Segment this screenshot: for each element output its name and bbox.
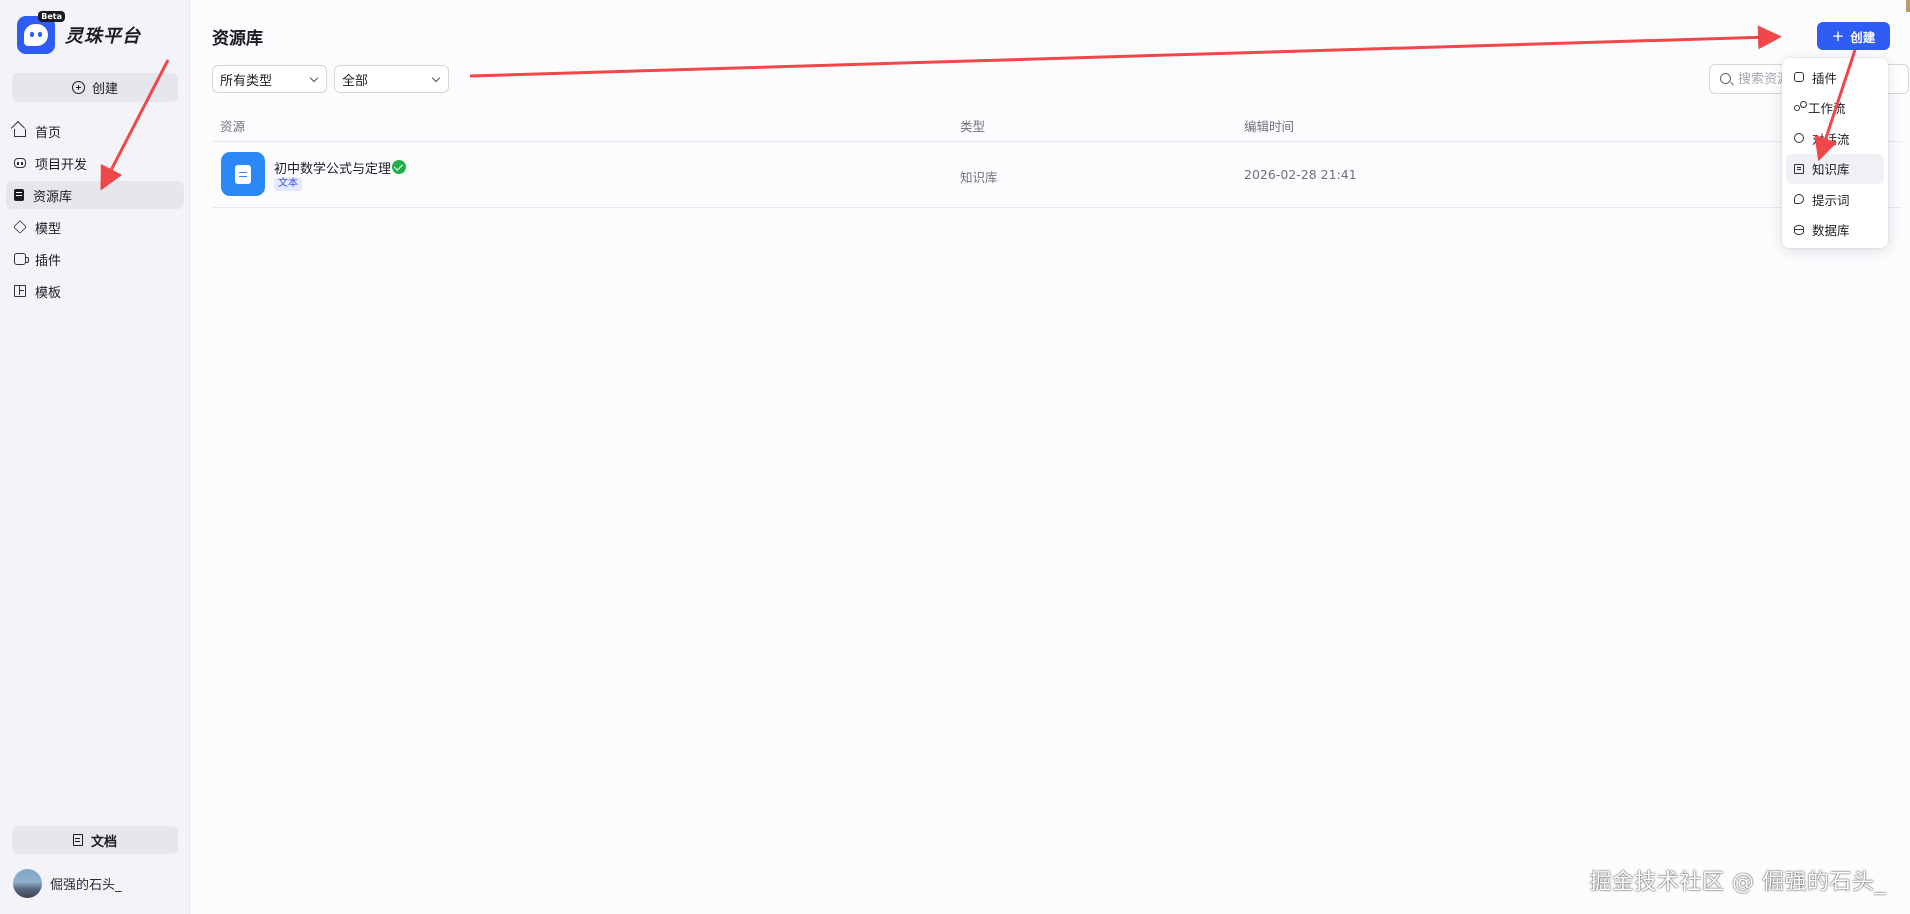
sidebar-item-models[interactable]: 模型 xyxy=(6,213,184,241)
brand-name: 灵珠平台 xyxy=(65,26,141,47)
menu-item-plugin[interactable]: 插件 xyxy=(1786,62,1884,92)
plugin-icon xyxy=(14,253,29,265)
menu-item-knowledge-base[interactable]: 知识库 xyxy=(1786,153,1884,184)
type-filter-value: 所有类型 xyxy=(220,73,273,89)
sidebar-item-home[interactable]: 首页 xyxy=(6,117,184,145)
menu-item-database[interactable]: 数据库 xyxy=(1786,215,1884,245)
database-icon xyxy=(1794,224,1804,235)
user-name: 倔强的石头_ xyxy=(50,878,122,893)
sidebar-item-templates[interactable]: 模板 xyxy=(6,277,184,305)
watermark: 掘金技术社区 @ 倔强的石头_ xyxy=(1589,870,1886,895)
column-header-type: 类型 xyxy=(960,119,986,134)
sidebar-item-library[interactable]: 资源库 xyxy=(6,181,184,209)
chevron-down-icon xyxy=(431,73,441,83)
sidebar-create-button[interactable]: 创建 xyxy=(12,73,178,102)
sidebar-item-plugins[interactable]: 插件 xyxy=(6,245,184,273)
menu-item-chatflow[interactable]: 对话流 xyxy=(1786,123,1884,153)
brand[interactable]: Beta 灵珠平台 xyxy=(17,11,141,56)
avatar xyxy=(13,869,42,898)
library-icon xyxy=(14,189,24,201)
table-header: 资源 类型 编辑时间 xyxy=(212,108,1902,142)
sidebar: Beta 灵珠平台 创建 首页 项目开发 资源库 模型 插件 模板 文档 倔强的… xyxy=(0,0,190,914)
sidebar-item-label: 项目开发 xyxy=(35,157,88,173)
sidebar-item-label: 首页 xyxy=(35,125,62,141)
resource-name: 初中数学公式与定理 xyxy=(274,162,392,177)
menu-item-label: 提示词 xyxy=(1812,192,1850,208)
search-icon xyxy=(1720,73,1731,84)
docs-label: 文档 xyxy=(90,834,117,850)
cube-icon xyxy=(13,220,27,234)
window-edge xyxy=(1906,0,1910,12)
chevron-down-icon xyxy=(309,73,319,83)
sidebar-item-label: 模板 xyxy=(35,285,62,301)
menu-item-label: 知识库 xyxy=(1812,162,1850,177)
menu-item-workflow[interactable]: 工作流 xyxy=(1786,93,1884,123)
resource-edited-time: 2026-02-28 21:41 xyxy=(1244,167,1357,182)
menu-item-label: 数据库 xyxy=(1812,223,1850,238)
scope-filter-value: 全部 xyxy=(342,73,369,89)
create-button-label: 创建 xyxy=(1850,29,1876,45)
document-icon xyxy=(72,834,83,846)
create-menu: 插件 工作流 对话流 知识库 提示词 数据库 xyxy=(1782,58,1888,248)
sidebar-create-label: 创建 xyxy=(91,82,118,97)
resource-type: 知识库 xyxy=(960,170,998,185)
column-header-edited: 编辑时间 xyxy=(1244,119,1295,134)
sidebar-item-label: 资源库 xyxy=(33,189,73,205)
create-button[interactable]: + 创建 xyxy=(1817,22,1890,50)
menu-item-prompt[interactable]: 提示词 xyxy=(1786,184,1884,214)
project-icon xyxy=(14,158,26,168)
app-window: Beta 灵珠平台 创建 首页 项目开发 资源库 模型 插件 模板 文档 倔强的… xyxy=(0,0,1910,914)
template-icon xyxy=(14,285,26,297)
plugin-icon xyxy=(1794,72,1804,82)
resource-tag: 文本 xyxy=(274,177,302,191)
sidebar-item-label: 插件 xyxy=(35,253,62,269)
sidebar-item-project-dev[interactable]: 项目开发 xyxy=(6,149,184,177)
plus-icon: + xyxy=(1831,27,1845,45)
menu-item-label: 对话流 xyxy=(1812,131,1850,147)
prompt-icon xyxy=(1794,194,1804,204)
menu-item-label: 工作流 xyxy=(1808,101,1846,116)
column-header-resource: 资源 xyxy=(220,119,246,134)
sidebar-item-label: 模型 xyxy=(35,221,62,237)
menu-item-label: 插件 xyxy=(1812,70,1838,86)
file-icon xyxy=(221,152,265,196)
docs-button[interactable]: 文档 xyxy=(12,826,178,854)
type-filter-select[interactable]: 所有类型 xyxy=(212,65,327,93)
logo-icon: Beta xyxy=(17,11,65,54)
scope-filter-select[interactable]: 全部 xyxy=(334,65,449,93)
home-icon xyxy=(14,129,26,137)
workflow-icon xyxy=(1794,100,1807,111)
arrow-to-create xyxy=(469,25,1782,78)
chatflow-icon xyxy=(1794,133,1804,143)
sidebar-nav: 首页 项目开发 资源库 模型 插件 模板 xyxy=(6,117,184,309)
page-title: 资源库 xyxy=(212,29,263,49)
table-row[interactable]: 初中数学公式与定理 文本 知识库 2026-02-28 21:41 xyxy=(212,143,1902,208)
check-circle-icon xyxy=(392,160,406,174)
beta-badge: Beta xyxy=(38,11,65,22)
knowledge-icon xyxy=(1794,163,1804,174)
plus-circle-icon xyxy=(71,81,85,94)
user-profile[interactable]: 倔强的石头_ xyxy=(13,869,122,898)
